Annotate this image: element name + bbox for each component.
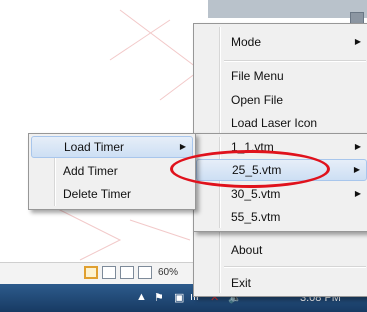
tray-app-icon[interactable]: ▣ bbox=[174, 291, 184, 304]
print-layout-view-icon[interactable] bbox=[84, 266, 98, 279]
zoom-level[interactable]: 60% bbox=[158, 267, 178, 278]
menu-item-about[interactable]: About bbox=[196, 239, 367, 261]
menu-item-delete-timer[interactable]: Delete Timer bbox=[31, 183, 193, 205]
menu-item-load-laser-icon[interactable]: Load Laser Icon bbox=[196, 112, 367, 134]
menu-item-label: Add Timer bbox=[63, 164, 118, 178]
menu-item-open-file[interactable]: Open File bbox=[196, 89, 367, 111]
menu-item-file-55-5[interactable]: 55_5.vtm bbox=[196, 206, 367, 228]
menu-item-label: Mode bbox=[231, 35, 262, 49]
timer-submenu: Load Timer ▶ Add Timer Delete Timer bbox=[28, 133, 196, 210]
menu-separator bbox=[224, 60, 366, 62]
show-hidden-icons-icon[interactable]: ▲ bbox=[136, 291, 147, 303]
menu-item-label: Delete Timer bbox=[63, 187, 132, 201]
menu-item-file-1-1[interactable]: 1_1.vtm ▶ bbox=[196, 136, 367, 158]
submenu-arrow-icon: ▶ bbox=[353, 165, 360, 174]
menu-item-label: 30_5.vtm bbox=[231, 187, 281, 201]
menu-item-label: About bbox=[231, 243, 263, 257]
menu-item-label: 1_1.vtm bbox=[231, 140, 274, 154]
menu-item-label: Exit bbox=[231, 276, 252, 290]
timer-files-submenu: 1_1.vtm ▶ 25_5.vtm ▶ 30_5.vtm ▶ 55_5.vtm bbox=[193, 133, 367, 232]
menu-separator bbox=[224, 266, 366, 268]
flag-icon[interactable]: ⚑ bbox=[154, 291, 164, 304]
menu-item-label: Load Timer bbox=[64, 140, 125, 154]
outline-view-icon[interactable] bbox=[138, 266, 152, 279]
menu-item-add-timer[interactable]: Add Timer bbox=[31, 160, 193, 182]
web-layout-view-icon[interactable] bbox=[120, 266, 134, 279]
window-titlebar bbox=[208, 0, 367, 18]
menu-item-file-menu[interactable]: File Menu bbox=[196, 65, 367, 87]
menu-item-label: File Menu bbox=[231, 69, 284, 83]
submenu-arrow-icon: ▶ bbox=[179, 142, 186, 151]
menu-item-file-30-5[interactable]: 30_5.vtm ▶ bbox=[196, 183, 367, 205]
menu-item-file-25-5[interactable]: 25_5.vtm ▶ bbox=[196, 159, 367, 181]
menu-item-load-timer[interactable]: Load Timer ▶ bbox=[31, 136, 193, 158]
full-screen-view-icon[interactable] bbox=[102, 266, 116, 279]
menu-item-mode[interactable]: Mode ▶ bbox=[196, 31, 367, 53]
menu-item-label: 55_5.vtm bbox=[231, 210, 281, 224]
submenu-arrow-icon: ▶ bbox=[354, 142, 361, 151]
menu-item-label: Open File bbox=[231, 93, 284, 107]
menu-item-exit[interactable]: Exit bbox=[196, 272, 367, 294]
submenu-arrow-icon: ▶ bbox=[354, 37, 361, 46]
menu-item-label: 25_5.vtm bbox=[232, 163, 282, 177]
submenu-arrow-icon: ▶ bbox=[354, 189, 361, 198]
menu-item-label: Load Laser Icon bbox=[231, 116, 318, 130]
